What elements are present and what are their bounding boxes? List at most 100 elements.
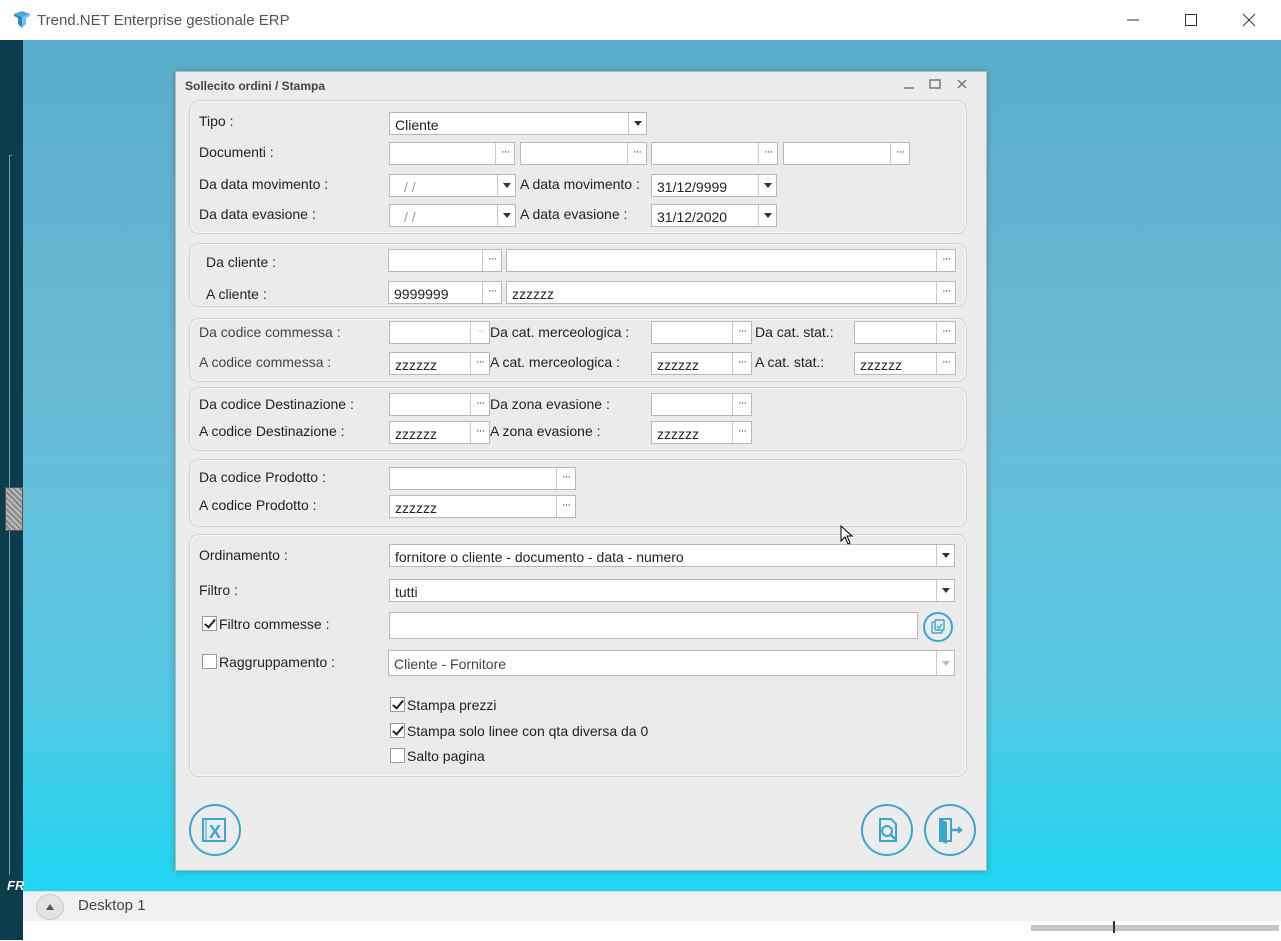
filtro-commesse-checkbox[interactable] (202, 616, 217, 631)
a-data-evasione-label: A data evasione : (520, 206, 628, 222)
ellipsis-icon[interactable]: ··· (470, 394, 489, 415)
maximize-button[interactable] (1162, 0, 1220, 40)
minimize-icon (904, 87, 914, 89)
filter-select-icon (931, 619, 945, 634)
a-data-movimento-field[interactable]: 31/12/9999 (651, 174, 777, 197)
ordinamento-value: fornitore o cliente - documento - data -… (395, 549, 684, 565)
a-codice-commessa-value: zzzzzz (395, 357, 437, 373)
da-codice-destinazione-label: Da codice Destinazione : (199, 396, 354, 412)
da-data-evasione-field[interactable]: / / (389, 204, 516, 227)
filtro-select[interactable]: tutti (389, 579, 955, 602)
a-codice-commessa-field[interactable]: zzzzzz ··· (389, 352, 490, 375)
ellipsis-icon[interactable]: ··· (732, 322, 751, 343)
filtro-commesse-field[interactable] (389, 612, 918, 639)
ellipsis-icon[interactable]: ··· (470, 353, 489, 374)
calendar-dropdown-icon[interactable] (758, 205, 776, 226)
ellipsis-icon[interactable]: ··· (732, 353, 751, 374)
scrollbar-thumb[interactable] (1113, 921, 1115, 933)
calendar-dropdown-icon[interactable] (497, 205, 515, 226)
horizontal-scrollbar[interactable] (1031, 921, 1279, 933)
ellipsis-icon[interactable]: ··· (556, 496, 575, 517)
a-codice-destinazione-label: A codice Destinazione : (199, 423, 345, 439)
chevron-down-icon[interactable] (936, 545, 954, 566)
a-zona-evasione-field[interactable]: zzzzzz ··· (651, 421, 752, 444)
raggruppamento-checkbox[interactable] (202, 654, 217, 669)
documenti-field-3[interactable]: ··· (651, 142, 778, 165)
ellipsis-icon[interactable]: ··· (936, 353, 955, 374)
filtro-commesse-select-button[interactable] (923, 612, 953, 642)
export-excel-button[interactable]: X (189, 804, 241, 856)
print-preview-button[interactable] (861, 804, 913, 856)
ellipsis-icon[interactable]: ··· (482, 250, 501, 271)
a-cat-stat-field[interactable]: zzzzzz ··· (854, 352, 956, 375)
ellipsis-icon[interactable]: ··· (732, 422, 751, 443)
calendar-dropdown-icon[interactable] (497, 175, 515, 196)
filtro-label: Filtro : (199, 582, 238, 598)
ellipsis-icon[interactable]: ··· (470, 422, 489, 443)
documenti-field-2[interactable]: ··· (520, 142, 647, 165)
a-cliente-label: A cliente : (206, 286, 267, 302)
window-titlebar: Trend.NET Enterprise gestionale ERP (0, 0, 1281, 40)
da-codice-destinazione-field[interactable]: ··· (389, 393, 490, 416)
desktop-label[interactable]: Desktop 1 (78, 897, 146, 914)
da-data-movimento-label: Da data movimento : (199, 176, 329, 192)
da-cliente-code-field[interactable]: ··· (388, 249, 502, 272)
dialog-minimize-button[interactable] (898, 75, 920, 93)
da-cat-stat-field[interactable]: ··· (854, 321, 956, 344)
a-cliente-code-field[interactable]: 9999999 ··· (388, 281, 502, 304)
a-codice-prodotto-label: A codice Prodotto : (199, 497, 317, 513)
a-cliente-code-value: 9999999 (394, 286, 449, 302)
da-cat-merceologica-label: Da cat. merceologica : (490, 324, 630, 340)
ellipsis-icon[interactable]: ··· (627, 143, 646, 164)
close-button[interactable] (1220, 0, 1278, 40)
ellipsis-icon[interactable]: ··· (470, 322, 489, 343)
chevron-down-icon[interactable] (936, 651, 954, 675)
da-codice-commessa-field[interactable]: ··· (389, 321, 490, 344)
a-cat-stat-label: A cat. stat.: (755, 354, 825, 370)
da-codice-prodotto-field[interactable]: ··· (389, 467, 576, 490)
ellipsis-icon[interactable]: ··· (890, 143, 909, 164)
chevron-down-icon[interactable] (628, 113, 646, 134)
ellipsis-icon[interactable]: ··· (936, 250, 955, 271)
a-codice-prodotto-field[interactable]: zzzzzz ··· (389, 495, 576, 518)
ellipsis-icon[interactable]: ··· (556, 468, 575, 489)
chevron-down-icon[interactable] (936, 580, 954, 601)
chevron-up-icon (46, 904, 54, 910)
calendar-dropdown-icon[interactable] (758, 175, 776, 196)
da-cliente-name-field[interactable]: ··· (506, 249, 956, 272)
sollecito-ordini-dialog: Sollecito ordini / Stampa Tipo : Cliente… (175, 71, 987, 871)
documenti-field-1[interactable]: ··· (389, 142, 515, 165)
left-sidebar: FR (0, 40, 24, 940)
ordinamento-label: Ordinamento : (199, 547, 288, 563)
a-zona-evasione-value: zzzzzz (657, 426, 699, 442)
ellipsis-icon[interactable]: ··· (732, 394, 751, 415)
da-zona-evasione-field[interactable]: ··· (651, 393, 752, 416)
ellipsis-icon[interactable]: ··· (936, 322, 955, 343)
a-cat-merceologica-field[interactable]: zzzzzz ··· (651, 352, 752, 375)
stampa-solo-linee-checkbox[interactable] (390, 723, 405, 738)
raggruppamento-select[interactable]: Cliente - Fornitore (388, 650, 955, 676)
minimize-button[interactable] (1104, 0, 1162, 40)
da-cat-merceologica-field[interactable]: ··· (651, 321, 752, 344)
a-data-evasione-field[interactable]: 31/12/2020 (651, 204, 777, 227)
raggruppamento-value: Cliente - Fornitore (394, 656, 507, 672)
exit-button[interactable] (924, 804, 976, 856)
dialog-maximize-button[interactable] (924, 75, 946, 93)
a-codice-destinazione-field[interactable]: zzzzzz ··· (389, 421, 490, 444)
sidebar-grip[interactable] (5, 487, 23, 531)
stampa-prezzi-checkbox[interactable] (390, 697, 405, 712)
salto-pagina-checkbox[interactable] (390, 748, 405, 763)
a-cliente-name-field[interactable]: zzzzzz ··· (506, 281, 956, 304)
expand-up-button[interactable] (36, 894, 64, 920)
tipo-select[interactable]: Cliente (389, 112, 647, 135)
da-data-movimento-field[interactable]: / / (389, 174, 516, 197)
ellipsis-icon[interactable]: ··· (482, 282, 501, 303)
dialog-close-button[interactable] (951, 75, 973, 93)
ellipsis-icon[interactable]: ··· (936, 282, 955, 303)
ordinamento-select[interactable]: fornitore o cliente - documento - data -… (389, 544, 955, 567)
a-data-evasione-value: 31/12/2020 (657, 209, 728, 225)
documenti-field-4[interactable]: ··· (783, 142, 910, 165)
ellipsis-icon[interactable]: ··· (495, 143, 514, 164)
ellipsis-icon[interactable]: ··· (758, 143, 777, 164)
minimize-icon (1127, 19, 1139, 21)
